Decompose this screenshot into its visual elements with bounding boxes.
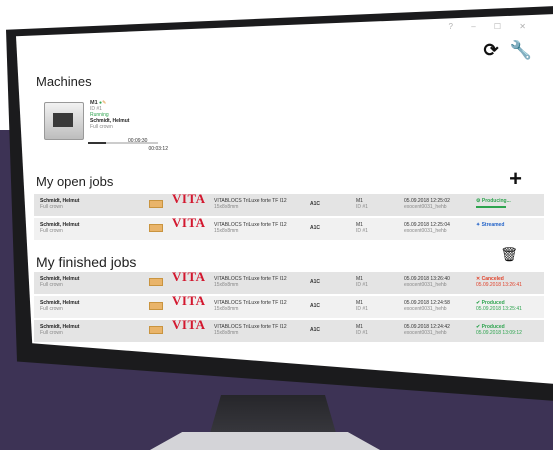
job-customer-cell: Schmidt, Helmut Full crown — [40, 222, 79, 234]
job-status-cell: ✕ Canceled 05.09.2018 13:26:41 — [476, 276, 522, 288]
job-size: 15x8x8mm — [214, 282, 239, 288]
block-icon — [149, 302, 163, 310]
job-date-cell: 05.09.2018 12:25:02 exocent0031_hehb — [404, 198, 450, 210]
job-customer-cell: Schmidt, Helmut Full crown — [40, 276, 79, 288]
gear-icon: ⚙ — [476, 198, 481, 204]
job-shade: A1C — [310, 327, 321, 333]
block-icon — [149, 224, 163, 232]
edit-icon[interactable]: ✎ — [102, 100, 106, 106]
job-status-cell: ⚙ Producing... — [476, 198, 511, 208]
finished-jobs-list: Schmidt, Helmut Full crown VITA VITABLOCS T… — [34, 269, 544, 344]
machine-elapsed: 00:03:12 — [148, 146, 168, 152]
job-machine-id: ID #1 — [356, 228, 368, 234]
job-status-time: 05.09.2018 13:26:41 — [476, 282, 522, 288]
job-progress-bar — [476, 206, 506, 208]
job-restoration: Full crown — [40, 282, 63, 288]
job-file: exocent0031_hehb — [404, 306, 447, 312]
job-shade: A1C — [310, 225, 321, 231]
open-jobs-heading: My open jobs — [36, 174, 114, 189]
block-icon — [149, 326, 163, 334]
machines-heading: Machines — [36, 74, 92, 89]
job-date-cell: 05.09.2018 12:24:58 exocent0031_hehb — [404, 300, 450, 312]
toolbar: ⟳ 🔧 — [477, 40, 532, 61]
job-customer-cell: Schmidt, Helmut Full crown — [40, 300, 79, 312]
job-material-cell: VITABLOCS TriLuxe forte TF I12 15x8x8mm — [214, 222, 287, 234]
job-customer-cell: Schmidt, Helmut Full crown — [40, 198, 79, 210]
app-window: ? – ☐ ✕ ⟳ 🔧 Machines M1 ●✎ ID #1 Running… — [16, 14, 553, 384]
job-restoration: Full crown — [40, 330, 63, 336]
wand-icon: ✦ — [476, 222, 481, 228]
job-row[interactable]: Schmidt, Helmut Full crown VITA VITABLOCS T… — [34, 269, 544, 294]
vita-logo: VITA — [172, 215, 206, 230]
job-machine-id: ID #1 — [356, 204, 368, 210]
job-status: Streamed — [481, 222, 505, 228]
open-jobs-list: Schmidt, Helmut Full crown VITA VITABLOCS T… — [34, 191, 544, 242]
refresh-icon[interactable]: ⟳ — [483, 40, 498, 60]
job-size: 15x8x8mm — [214, 228, 239, 234]
job-restoration: Full crown — [40, 306, 63, 312]
job-status: Producing... — [481, 198, 511, 204]
job-file: exocent0031_hehb — [404, 282, 447, 288]
job-material-cell: VITABLOCS TriLuxe forte TF I12 15x8x8mm — [214, 300, 287, 312]
job-row[interactable]: Schmidt, Helmut Full crown VITA VITABLOCS T… — [34, 317, 544, 342]
job-customer-cell: Schmidt, Helmut Full crown — [40, 324, 79, 336]
job-date-cell: 05.09.2018 13:26:40 exocent0031_hehb — [404, 276, 450, 288]
trash-icon[interactable]: 🗑 — [500, 246, 518, 263]
job-machine-cell: M1 ID #1 — [356, 300, 368, 312]
job-machine-id: ID #1 — [356, 306, 368, 312]
job-status-cell: ✦ Streamed — [476, 222, 504, 228]
job-shade: A1C — [310, 201, 321, 207]
job-machine-id: ID #1 — [356, 330, 368, 336]
job-restoration: Full crown — [40, 228, 63, 234]
job-machine-cell: M1 ID #1 — [356, 276, 368, 288]
machine-remaining: 00:09:30 — [128, 138, 148, 144]
job-row[interactable]: Schmidt, Helmut Full crown VITA VITABLOCS T… — [34, 191, 544, 216]
job-status-time: 05.09.2018 13:25:41 — [476, 306, 522, 312]
block-icon — [149, 278, 163, 286]
job-size: 15x8x8mm — [214, 204, 239, 210]
job-file: exocent0031_hehb — [404, 204, 447, 210]
job-status-cell: ✔ Produced 05.09.2018 13:25:41 — [476, 300, 522, 312]
job-row[interactable]: Schmidt, Helmut Full crown VITA VITABLOCS T… — [34, 215, 544, 240]
machine-info: M1 ●✎ ID #1 Running Schmidt, Helmut Full… — [90, 100, 129, 130]
job-date-cell: 05.09.2018 12:25:04 exocent0031_hehb — [404, 222, 450, 234]
machine-progress-bar — [88, 142, 158, 144]
job-file: exocent0031_hehb — [404, 330, 447, 336]
wrench-icon[interactable]: 🔧 — [510, 40, 532, 60]
block-icon — [149, 200, 163, 208]
job-restoration: Full crown — [40, 204, 63, 210]
job-status-cell: ✔ Produced 05.09.2018 13:09:12 — [476, 324, 522, 336]
job-material-cell: VITABLOCS TriLuxe forte TF I12 15x8x8mm — [214, 198, 287, 210]
job-date-cell: 05.09.2018 12:24:42 exocent0031_hehb — [404, 324, 450, 336]
window-controls[interactable]: ? – ☐ ✕ — [449, 22, 534, 31]
job-row[interactable]: Schmidt, Helmut Full crown VITA VITABLOCS T… — [34, 293, 544, 318]
job-machine-cell: M1 ID #1 — [356, 198, 368, 210]
job-material-cell: VITABLOCS TriLuxe forte TF I12 15x8x8mm — [214, 276, 287, 288]
job-size: 15x8x8mm — [214, 306, 239, 312]
machine-restoration: Full crown — [90, 124, 113, 130]
vita-logo: VITA — [172, 191, 206, 206]
machine-times: 00:03:12 — [88, 146, 168, 152]
job-file: exocent0031_hehb — [404, 228, 447, 234]
add-job-icon[interactable]: + — [509, 166, 522, 192]
monitor-base — [150, 432, 380, 450]
vita-logo: VITA — [172, 269, 206, 284]
job-machine-cell: M1 ID #1 — [356, 222, 368, 234]
finished-jobs-heading: My finished jobs — [36, 254, 137, 270]
job-shade: A1C — [310, 279, 321, 285]
machine-card[interactable]: M1 ●✎ ID #1 Running Schmidt, Helmut Full… — [44, 98, 194, 168]
job-machine-id: ID #1 — [356, 282, 368, 288]
job-size: 15x8x8mm — [214, 330, 239, 336]
job-material-cell: VITABLOCS TriLuxe forte TF I12 15x8x8mm — [214, 324, 287, 336]
job-shade: A1C — [310, 303, 321, 309]
job-status-time: 05.09.2018 13:09:12 — [476, 330, 522, 336]
milling-machine-image — [44, 102, 84, 140]
vita-logo: VITA — [172, 317, 206, 332]
vita-logo: VITA — [172, 293, 206, 308]
job-machine-cell: M1 ID #1 — [356, 324, 368, 336]
